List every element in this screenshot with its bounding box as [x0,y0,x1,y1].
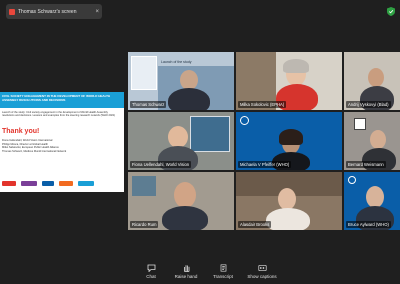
participant-name: Thomas Schwarz [130,101,167,108]
participant-body [162,206,208,230]
participant-tile[interactable]: Andrij Vyskovyi (Blad) [344,52,400,110]
participant-head [366,186,384,208]
participant-name: Milka Sokolovic (EPHA) [238,101,287,108]
transcript-label: Transcript [213,274,233,279]
who-emblem-icon [348,176,356,184]
participant-hair [283,59,309,73]
meeting-controls: Chat Raise hand Transcript Show captions [0,262,400,284]
participant-head [168,126,188,148]
participant-name: Andrij Vyskovyi (Blad) [346,101,391,108]
close-icon[interactable]: × [95,9,99,15]
meeting-window: Thomas Schwarz's screen × CIVIL SOCIETY … [0,0,400,284]
shield-icon[interactable] [387,7,395,16]
raise-hand-label: Raise hand [174,274,198,279]
participant-name: Ricardo Rum [130,221,159,228]
screen-share-indicator[interactable]: Thomas Schwarz's screen × [6,4,102,19]
wvi-logo [59,180,73,186]
chat-label: Chat [146,274,156,279]
participant-body [266,208,310,230]
captions-icon [257,264,267,272]
participant-body [168,88,210,110]
participant-hair [279,129,303,145]
participant-tile[interactable]: Launch of the study Thomas Schwarz [128,52,234,110]
chat-button[interactable]: Chat [133,264,169,282]
launch-slide-thumbnail [131,56,157,90]
participant-tile[interactable]: Bruce Aylward (WHO) [344,172,400,230]
partner-logo [21,180,37,186]
screen-share-icon [9,8,15,15]
who-emblem-icon [240,116,249,125]
org-logo-badge [354,118,366,130]
participant-tile[interactable]: Ricardo Rum [128,172,234,230]
slide-thanks: Thank you! [2,128,40,135]
participant-tile[interactable]: Michaela V Pfeiffer (WHO) [236,112,342,170]
participant-name: Bernard Weismann [346,161,386,168]
transcript-button[interactable]: Transcript [205,264,241,282]
slide-name: Thomas Schwarz, Medicus Mundi Internatio… [2,149,67,153]
participant-head [278,188,296,210]
participant-name: Bruce Aylward (WHO) [346,221,391,228]
participant-head [180,70,198,90]
transcript-icon [220,264,226,272]
ecp-logo [2,180,16,186]
participant-name: Alasdair Brooks [238,221,272,228]
wall-painting [132,176,156,196]
participant-tile[interactable]: Alasdair Brooks [236,172,342,230]
participant-tile[interactable]: Bernard Weismann [344,112,400,170]
shared-screen-slide: CIVIL SOCIETY ENGAGEMENT IN THE DEVELOPM… [0,92,124,192]
raise-hand-button[interactable]: Raise hand [168,264,204,282]
chat-icon [147,264,155,272]
who-logo [42,180,54,186]
top-bar: Thomas Schwarz's screen × [0,0,400,24]
slide-footer-logos [0,178,124,188]
participant-head [370,130,386,149]
slide-body-text: Launch of the study: Civil society engag… [2,111,116,118]
captions-button[interactable]: Show captions [244,264,280,282]
participant-head [368,68,384,87]
slide-header: CIVIL SOCIETY ENGAGEMENT IN THE DEVELOPM… [0,92,124,108]
participant-name: Michaela V Pfeiffer (WHO) [238,161,292,168]
raise-hand-icon [183,265,189,272]
captions-label: Show captions [247,274,277,279]
participant-tile[interactable]: Milka Sokolovic (EPHA) [236,52,342,110]
launch-label: Launch of the study [161,60,192,64]
screen-share-label: Thomas Schwarz's screen [18,8,77,15]
slide-title: CIVIL SOCIETY ENGAGEMENT IN THE DEVELOPM… [2,94,111,102]
participant-head [174,182,196,208]
poster-background [190,116,230,152]
slide-names: Fiona Uellendahl, World Vision Internati… [2,139,120,153]
mmi-logo [78,180,94,186]
participant-tile[interactable]: Fiona Uellendahl, World Vision [128,112,234,170]
participant-name: Fiona Uellendahl, World Vision [130,161,192,168]
